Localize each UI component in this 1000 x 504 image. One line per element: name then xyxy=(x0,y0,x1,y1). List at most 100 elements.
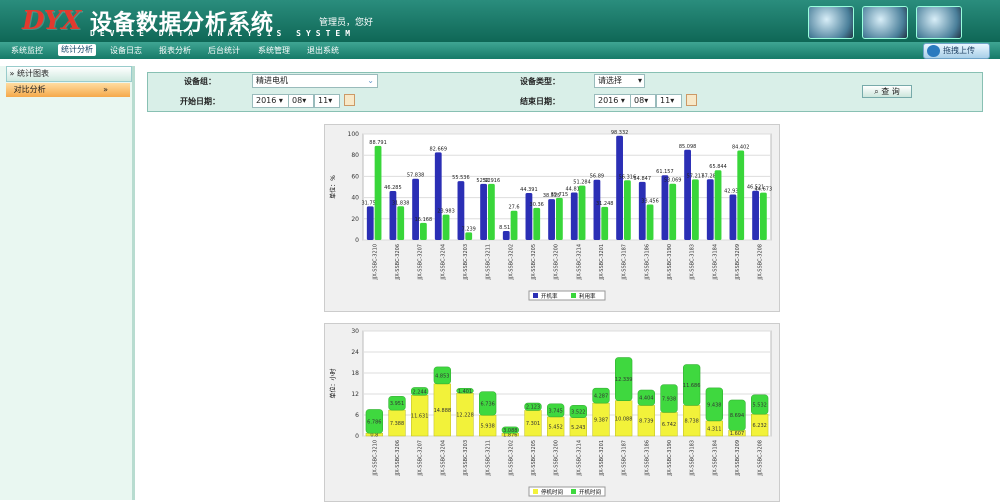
nav-item-logs[interactable]: 设备日志 xyxy=(110,45,142,56)
sidebar-item-label: 对比分析 xyxy=(13,85,46,94)
data-label: 2.244 xyxy=(413,389,427,395)
bar xyxy=(661,175,669,240)
bar xyxy=(533,207,541,240)
x-tick-label: JJX-SSBC-3206 xyxy=(395,440,401,477)
data-label: 44.391 xyxy=(520,187,538,193)
start-date-label: 开始日期： xyxy=(180,97,220,106)
bar xyxy=(706,179,714,240)
calendar-icon[interactable] xyxy=(686,94,697,106)
data-label: 8.739 xyxy=(639,419,653,425)
start-month-value: 08 xyxy=(292,96,303,105)
x-tick-label: JJX-SSBC-3190 xyxy=(667,244,673,281)
x-tick-label: JJX-SSBC-3214 xyxy=(576,440,582,477)
app-subtitle: DEVICE DATA ANALYSIS SYSTEM xyxy=(90,29,356,38)
legend-label: 利用率 xyxy=(579,292,596,300)
data-label: 27.6 xyxy=(508,205,519,211)
nav-item-reports[interactable]: 报表分析 xyxy=(159,45,191,56)
type-select[interactable]: 请选择 ▾ xyxy=(594,74,645,88)
data-label: 4.287 xyxy=(594,394,608,400)
nav-item-admin[interactable]: 系统管理 xyxy=(258,45,290,56)
data-label: 7.388 xyxy=(390,421,404,427)
sidebar-heading[interactable]: » 统计图表 xyxy=(6,66,132,82)
calendar-icon[interactable] xyxy=(344,94,355,106)
data-label: 98.332 xyxy=(611,130,629,136)
y-axis-label: 单位：% xyxy=(329,175,337,199)
data-label: 5.532 xyxy=(753,403,767,409)
sidebar-item-compare[interactable]: 对比分析 » xyxy=(6,83,130,97)
y-tick-label: 24 xyxy=(351,349,359,356)
data-label: 6.736 xyxy=(481,401,495,407)
data-label: 56.89 xyxy=(590,174,604,180)
data-label: 12.339 xyxy=(615,377,633,383)
data-label: 16.168 xyxy=(415,217,433,223)
legend-label: 停机时间 xyxy=(541,488,563,496)
x-tick-label: JJX-SSBC-3214 xyxy=(576,244,582,281)
hours-chart: 0 6 12 18 24 30 单位：小时 JJX-SSBC-3210 JJX-SSBC-320… xyxy=(329,328,772,497)
bar xyxy=(601,206,609,240)
start-day-select[interactable]: 11▾ xyxy=(314,94,340,108)
y-tick-label: 30 xyxy=(351,328,359,335)
data-label: 8.694 xyxy=(730,413,744,419)
query-button[interactable]: ⌕ 查 询 xyxy=(862,85,912,98)
bar xyxy=(374,145,382,240)
data-label: 57.838 xyxy=(407,173,425,179)
x-tick-label: JJX-SSBC-3190 xyxy=(667,440,673,477)
bar xyxy=(502,230,510,240)
bar xyxy=(412,178,419,240)
bar xyxy=(578,185,586,240)
x-tick-label: JJX-SSBC-3201 xyxy=(599,440,605,477)
utilization-chart: 0 20 40 60 80 100 单位：% JJX-SSBC-3210 JJX-SSBC-32… xyxy=(329,130,772,301)
x-tick-label: JJX-SSBC-3183 xyxy=(690,440,696,477)
data-label: 1.607 xyxy=(730,431,744,437)
nav-item-stats[interactable]: 统计分析 xyxy=(58,44,96,56)
end-year-select[interactable]: 2016 ▾ xyxy=(594,94,632,108)
data-label: 46.285 xyxy=(384,185,402,191)
legend-swatch xyxy=(571,489,576,494)
x-tick-label: JJX-SSBC-3204 xyxy=(440,440,446,477)
data-label: 9.387 xyxy=(594,418,608,424)
data-label: 5.938 xyxy=(481,424,495,430)
data-label: 6.232 xyxy=(753,423,767,429)
x-tick-label: JJX-SSBC-3200 xyxy=(554,244,560,281)
end-day-select[interactable]: 11▾ xyxy=(656,94,682,108)
data-label: 6.742 xyxy=(662,422,676,428)
x-tick-label: JJX-SSBC-3206 xyxy=(395,244,401,281)
data-label: 3.951 xyxy=(390,401,404,407)
bar xyxy=(487,183,495,240)
x-tick-label: JJX-SSBC-3208 xyxy=(758,244,764,281)
nav-item-backend[interactable]: 后台统计 xyxy=(208,45,240,56)
nav-item-logout[interactable]: 退出系统 xyxy=(307,45,339,56)
y-tick-label: 6 xyxy=(355,412,359,419)
bar xyxy=(691,179,699,240)
bar xyxy=(548,199,555,240)
header-photo-1 xyxy=(808,6,854,39)
data-label: 85.098 xyxy=(679,144,697,150)
x-tick-label: JJX-SSBC-3210 xyxy=(372,244,378,281)
data-label: 7.239 xyxy=(462,226,476,232)
user-greeting: 管理员，您好 xyxy=(319,18,374,28)
bar xyxy=(638,181,646,240)
sidebar: » 统计图表 对比分析 » xyxy=(0,66,135,500)
data-label: 31.838 xyxy=(392,200,410,206)
bar xyxy=(555,197,563,240)
upload-button[interactable]: 拖拽上传 xyxy=(923,43,990,59)
header-photo-3 xyxy=(916,6,962,39)
data-label: 6.786 xyxy=(367,419,381,425)
x-tick-label: JJX-SSBC-3186 xyxy=(644,440,650,477)
bar xyxy=(397,206,405,240)
data-label: 2.123 xyxy=(526,405,540,411)
end-month-select[interactable]: 08▾ xyxy=(630,94,656,108)
chevron-down-icon: ⌄ xyxy=(367,76,374,85)
bar xyxy=(714,170,722,240)
upload-icon xyxy=(927,45,940,57)
app-header: DYX 设备数据分析系统 DEVICE DATA ANALYSIS SYSTEM… xyxy=(0,0,1000,42)
x-tick-label: JJX-SSBC-3208 xyxy=(758,440,764,477)
nav-item-monitor[interactable]: 系统监控 xyxy=(11,45,43,56)
start-year-select[interactable]: 2016 ▾ xyxy=(252,94,290,108)
x-tick-label: JJX-SSBC-3202 xyxy=(508,244,514,281)
legend-swatch xyxy=(533,489,538,494)
start-month-select[interactable]: 08▾ xyxy=(288,94,314,108)
y-tick-label: 60 xyxy=(351,173,359,180)
data-label: 84.402 xyxy=(732,145,750,151)
group-select[interactable]: 精进电机 ⌄ xyxy=(252,74,378,88)
